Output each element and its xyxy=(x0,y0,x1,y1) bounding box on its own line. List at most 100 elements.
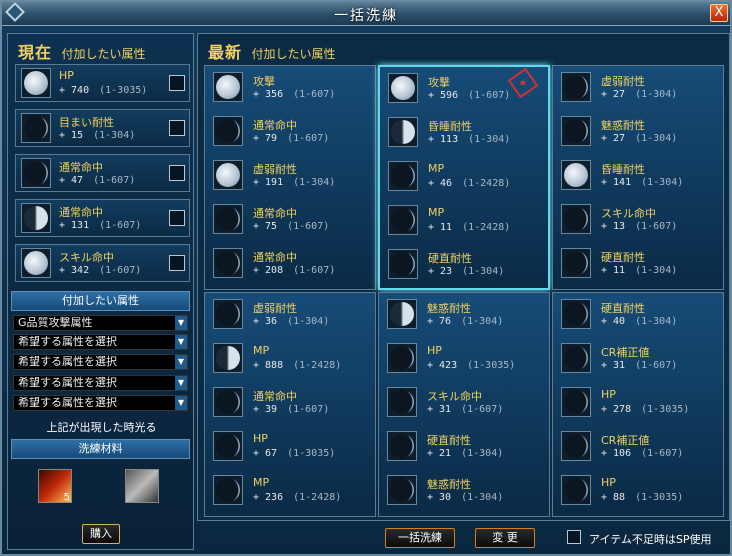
result-panel-6[interactable]: 硬直耐性 + 40 (1-304) CR補正値 + 31 (1-607) HP + 278 (1… xyxy=(552,292,724,517)
attribute-name: MP xyxy=(253,344,270,357)
attribute-slot[interactable]: MP + 46 (1-2428) xyxy=(384,158,546,198)
window-title: 一括洗練 xyxy=(334,8,398,24)
attribute-slot[interactable]: 通常命中 + 75 (1-607) xyxy=(209,201,371,241)
attribute-name: 目まい耐性 xyxy=(59,116,114,129)
chevron-down-icon[interactable]: ▼ xyxy=(175,396,187,410)
attribute-slot[interactable]: 目まい耐性 + 15 (1-304) xyxy=(15,109,190,147)
moon-icon xyxy=(21,68,51,98)
attribute-checkbox[interactable] xyxy=(169,210,185,226)
attribute-value: + 191 xyxy=(253,177,284,188)
attribute-value-row: + 75 (1-607) xyxy=(253,221,329,232)
attribute-name: 硬直耐性 xyxy=(601,251,645,264)
attribute-value-row: + 21 (1-304) xyxy=(427,448,503,459)
attribute-slot[interactable]: CR補正値 + 106 (1-607) xyxy=(557,428,719,468)
attribute-range: (1-2428) xyxy=(293,360,342,371)
attribute-slot[interactable]: MP + 236 (1-2428) xyxy=(209,472,371,512)
attribute-value-row: + 15 (1-304) xyxy=(59,130,135,141)
attribute-range: (1-607) xyxy=(641,448,684,459)
refine-all-button[interactable]: 一括洗練 xyxy=(385,528,455,548)
result-panel-5[interactable]: 魅惑耐性 + 76 (1-304) HP + 423 (1-3035) スキル命中 + 31(… xyxy=(378,292,550,517)
attribute-slot[interactable]: MP + 888 (1-2428) xyxy=(209,340,371,380)
attribute-slot[interactable]: 虚弱耐性 + 36 (1-304) xyxy=(209,296,371,336)
attribute-slot[interactable]: スキル命中 + 31 (1-607) xyxy=(383,384,545,424)
attribute-slot[interactable]: 魅惑耐性 + 76 (1-304) xyxy=(383,296,545,336)
attribute-checkbox[interactable] xyxy=(169,255,185,271)
attribute-name: 通常命中 xyxy=(59,161,103,174)
refine-stone-icon[interactable]: 5 xyxy=(38,469,72,503)
moon-icon xyxy=(21,158,51,188)
attribute-slot[interactable]: 昏睡耐性 + 113 (1-304) xyxy=(384,114,546,154)
attribute-checkbox[interactable] xyxy=(169,165,185,181)
attribute-value: + 46 xyxy=(428,178,453,189)
chevron-down-icon[interactable]: ▼ xyxy=(175,316,187,330)
attribute-slot[interactable]: HP + 740 (1-3035) xyxy=(15,64,190,102)
moon-icon xyxy=(561,299,591,329)
attribute-value-row: + 11 (1-2428) xyxy=(428,222,510,233)
attribute-slot[interactable]: スキル命中 + 342 (1-607) xyxy=(15,244,190,282)
attribute-slot[interactable]: 虚弱耐性 + 27 (1-304) xyxy=(557,69,719,109)
moon-icon xyxy=(561,343,591,373)
attribute-slot[interactable]: 通常命中 + 39 (1-607) xyxy=(209,384,371,424)
attribute-slot[interactable]: 魅惑耐性 + 30 (1-304) xyxy=(383,472,545,512)
attribute-slot[interactable]: 硬直耐性 + 21 (1-304) xyxy=(383,428,545,468)
use-sp-checkbox[interactable] xyxy=(567,530,581,544)
attribute-slot[interactable]: HP + 278 (1-3035) xyxy=(557,384,719,424)
attribute-slot[interactable]: 魅惑耐性 + 27 (1-304) xyxy=(557,113,719,153)
attribute-slot[interactable]: スキル命中 + 13 (1-607) xyxy=(557,201,719,241)
attribute-slot[interactable]: 硬直耐性 + 40 (1-304) xyxy=(557,296,719,336)
result-panel-2[interactable]: 攻撃 + 596 (1-607) 昏睡耐性 + 113 (1-304) MP + 46 (1-2… xyxy=(378,65,550,290)
attribute-slot[interactable]: HP + 423 (1-3035) xyxy=(383,340,545,380)
newest-subheading: 付加したい属性 xyxy=(251,47,336,61)
chevron-down-icon[interactable]: ▼ xyxy=(175,335,187,349)
attribute-slot[interactable]: 通常命中 + 131 (1-607) xyxy=(15,199,190,237)
attribute-range: (1-304) xyxy=(635,133,678,144)
attribute-value-row: + 39 (1-607) xyxy=(253,404,329,415)
chevron-down-icon[interactable]: ▼ xyxy=(175,376,187,390)
attribute-slot[interactable]: 通常命中 + 79 (1-607) xyxy=(209,113,371,153)
attr-dropdown-5[interactable]: 希望する属性を選択 ▼ xyxy=(13,395,188,411)
attribute-slot[interactable]: MP + 11 (1-2428) xyxy=(384,202,546,242)
attribute-slot[interactable]: 硬直耐性 + 23 (1-304) xyxy=(384,246,546,286)
attribute-value-row: + 23 (1-304) xyxy=(428,266,504,277)
attribute-value-row: + 27 (1-304) xyxy=(601,89,677,100)
empty-material-icon[interactable] xyxy=(125,469,159,503)
attribute-slot[interactable]: 通常命中 + 208 (1-607) xyxy=(209,245,371,285)
attribute-value: + 76 xyxy=(427,316,452,327)
attribute-slot[interactable]: 通常命中 + 47 (1-607) xyxy=(15,154,190,192)
attribute-checkbox[interactable] xyxy=(169,120,185,136)
attribute-slot[interactable]: 攻撃 + 356 (1-607) xyxy=(209,69,371,109)
attribute-name: 通常命中 xyxy=(253,251,297,264)
attr-dropdown-2[interactable]: 希望する属性を選択 ▼ xyxy=(13,334,188,350)
attribute-slot[interactable]: 硬直耐性 + 11 (1-304) xyxy=(557,245,719,285)
result-panel-4[interactable]: 虚弱耐性 + 36 (1-304) MP + 888 (1-2428) 通常命中 + 39 (1… xyxy=(204,292,376,517)
attr-dropdown-4[interactable]: 希望する属性を選択 ▼ xyxy=(13,375,188,391)
attribute-value: + 113 xyxy=(428,134,459,145)
result-panel-3[interactable]: 虚弱耐性 + 27 (1-304) 魅惑耐性 + 27 (1-304) 昏睡耐性 + 141(… xyxy=(552,65,724,290)
attribute-slot[interactable]: CR補正値 + 31 (1-607) xyxy=(557,340,719,380)
moon-icon xyxy=(388,205,418,235)
materials-header: 洗練材料 xyxy=(11,439,190,459)
attribute-value: + 88 xyxy=(601,492,626,503)
attribute-name: 通常命中 xyxy=(253,390,297,403)
attribute-slot[interactable]: 虚弱耐性 + 191 (1-304) xyxy=(209,157,371,197)
close-button[interactable]: X xyxy=(710,4,728,22)
current-panel: 現在 付加したい属性 HP + 740 (1-3035) 目まい耐性 + 15 (1-30… xyxy=(7,33,194,550)
attribute-slot[interactable]: HP + 67 (1-3035) xyxy=(209,428,371,468)
attribute-value: + 27 xyxy=(601,133,626,144)
attribute-slot[interactable]: HP + 88 (1-3035) xyxy=(557,472,719,512)
attribute-value-row: + 141 (1-304) xyxy=(601,177,683,188)
attribute-range: (1-304) xyxy=(461,448,504,459)
attr-dropdown-1[interactable]: G品質攻撃属性 ▼ xyxy=(13,315,188,331)
attribute-checkbox[interactable] xyxy=(169,75,185,91)
attribute-name: 攻撃 xyxy=(253,75,275,88)
moon-icon xyxy=(213,204,243,234)
attribute-slot[interactable]: 昏睡耐性 + 141 (1-304) xyxy=(557,157,719,197)
attr-dropdown-3[interactable]: 希望する属性を選択 ▼ xyxy=(13,354,188,370)
attribute-name: MP xyxy=(428,162,445,175)
footer: 一括洗練 変 更 アイテム不足時はSP使用 xyxy=(197,524,730,554)
chevron-down-icon[interactable]: ▼ xyxy=(175,355,187,369)
change-button[interactable]: 変 更 xyxy=(475,528,535,548)
result-panel-1[interactable]: 攻撃 + 356 (1-607) 通常命中 + 79 (1-607) 虚弱耐性 + 191 (1… xyxy=(204,65,376,290)
title-bar[interactable]: 一括洗練 X xyxy=(2,2,730,26)
buy-button[interactable]: 購入 xyxy=(82,524,120,544)
